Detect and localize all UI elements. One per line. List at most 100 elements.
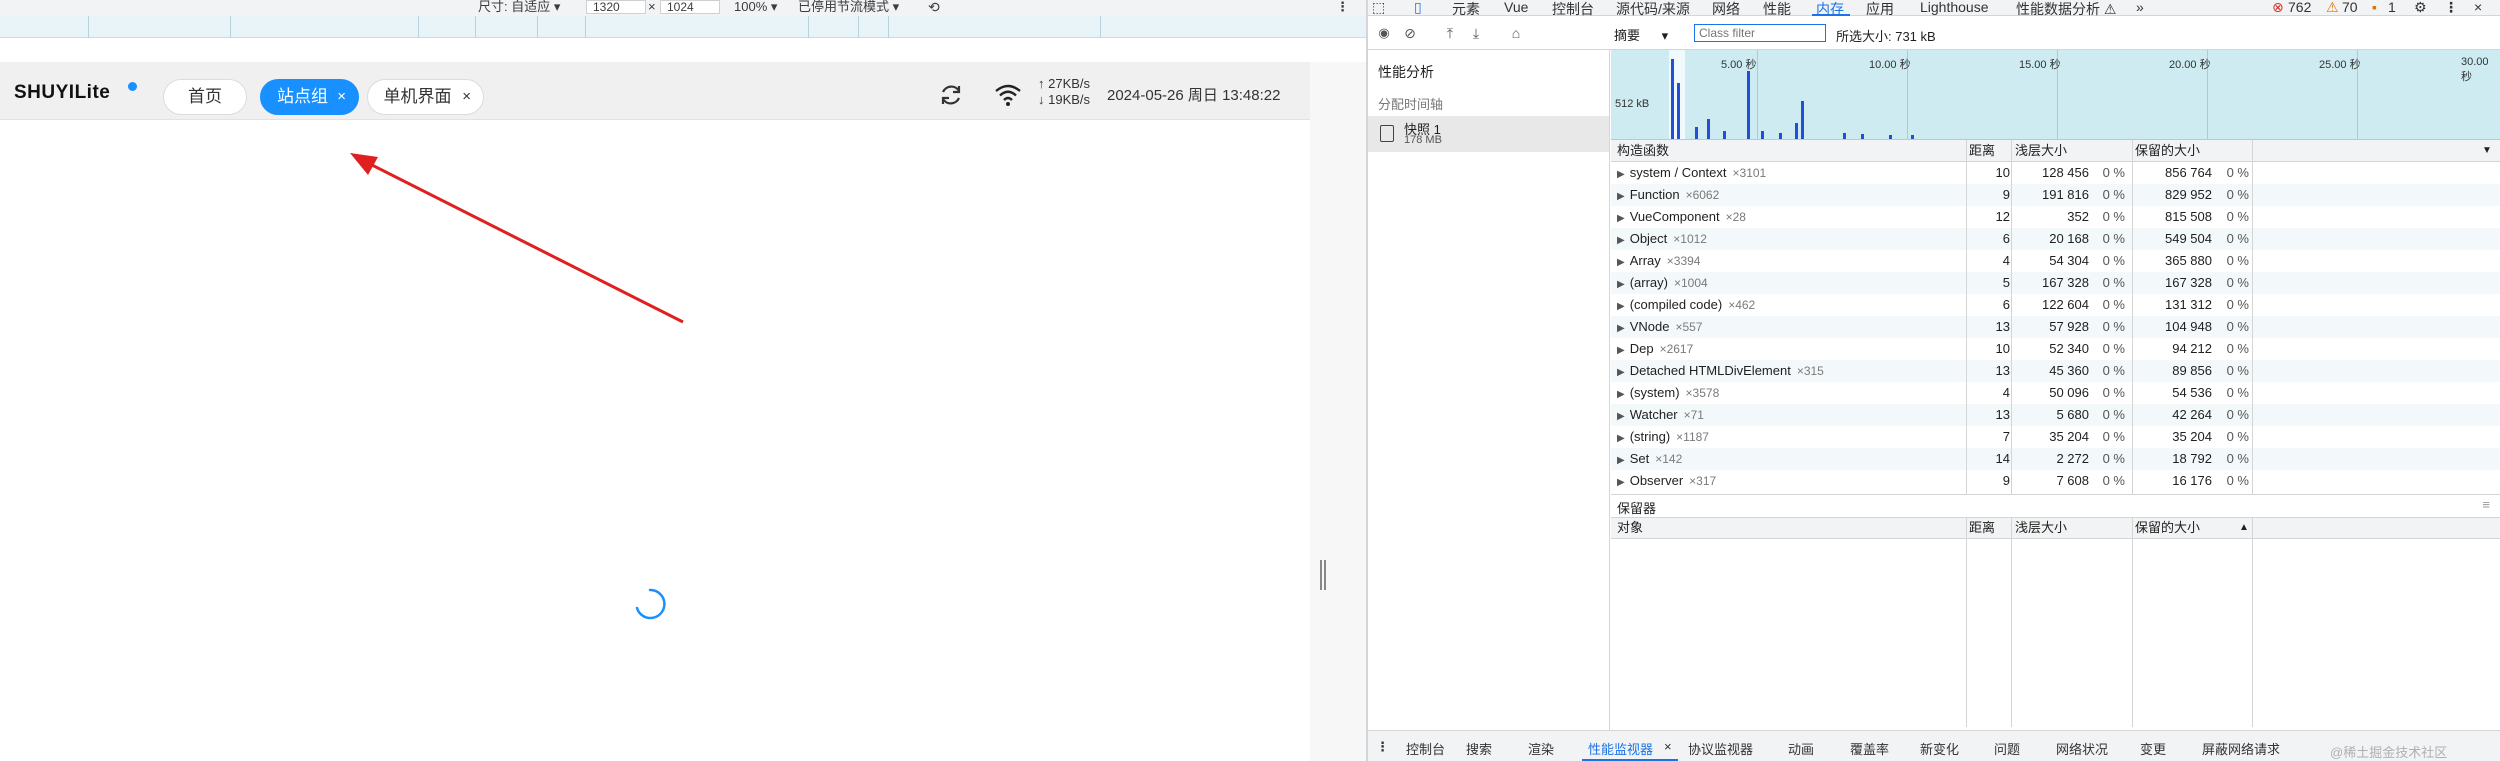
- collect-garbage-icon[interactable]: ⌂: [1508, 25, 1524, 41]
- sort-asc-icon[interactable]: ▲: [2239, 518, 2249, 538]
- column-distance[interactable]: 距离: [1969, 518, 1995, 538]
- tab-lighthouse[interactable]: Lighthouse: [1920, 0, 1989, 15]
- record-icon[interactable]: ◉: [1376, 25, 1392, 41]
- expand-triangle-icon[interactable]: ▶: [1617, 301, 1625, 312]
- drawer-tab-console[interactable]: 控制台: [1406, 739, 1445, 758]
- expand-triangle-icon[interactable]: ▶: [1617, 367, 1625, 378]
- drawer-tab-close-icon[interactable]: ×: [1664, 739, 1672, 754]
- more-tabs-icon[interactable]: »: [2136, 0, 2144, 15]
- settings-gear-icon[interactable]: ⚙: [2414, 0, 2427, 16]
- download-icon[interactable]: ⤓: [1468, 25, 1484, 41]
- error-icon[interactable]: ⊗: [2272, 0, 2284, 16]
- error-count[interactable]: 762: [2288, 0, 2311, 15]
- rotate-icon[interactable]: ⟲: [928, 0, 940, 14]
- drawer-tab-search[interactable]: 搜索: [1466, 739, 1492, 758]
- clear-icon[interactable]: ⊘: [1402, 25, 1418, 41]
- device-height-input[interactable]: 1024: [660, 0, 720, 14]
- distance-cell: 10: [1995, 165, 2010, 180]
- drawer-tab-coverage[interactable]: 覆盖率: [1850, 739, 1889, 758]
- tab-site-group[interactable]: 站点组 ×: [260, 79, 359, 115]
- retained-percent-cell: 0 %: [2226, 165, 2249, 180]
- table-row[interactable]: ▶ Function ×6062 9 191 816 0 % 829 952 0 %: [1611, 184, 2500, 206]
- tab-standalone[interactable]: 单机界面 ×: [367, 79, 484, 115]
- column-object[interactable]: 对象: [1617, 518, 1643, 538]
- inspect-icon[interactable]: ⬚: [1372, 0, 1385, 16]
- expand-triangle-icon[interactable]: ▶: [1617, 191, 1625, 202]
- more-vertical-icon[interactable]: ⋮: [1336, 0, 1349, 14]
- tab-close-icon[interactable]: ×: [462, 80, 471, 114]
- warning-icon[interactable]: ⚠: [2326, 0, 2339, 16]
- column-distance[interactable]: 距离: [1969, 140, 1995, 162]
- more-vertical-icon[interactable]: ⋮: [2444, 0, 2458, 16]
- expand-triangle-icon[interactable]: ▶: [1617, 279, 1625, 290]
- expand-triangle-icon[interactable]: ▶: [1617, 235, 1625, 246]
- shallow-percent-cell: 0 %: [2102, 429, 2125, 444]
- expand-triangle-icon[interactable]: ▶: [1617, 455, 1625, 466]
- dimensions-select[interactable]: 尺寸: 自适应 ▾: [478, 0, 560, 14]
- table-row[interactable]: ▶ Object ×1012 6 20 168 0 % 549 504 0 %: [1611, 228, 2500, 250]
- expand-triangle-icon[interactable]: ▶: [1617, 477, 1625, 488]
- view-select[interactable]: 摘要 ▾: [1614, 25, 1668, 44]
- expand-triangle-icon[interactable]: ▶: [1617, 433, 1625, 444]
- expand-triangle-icon[interactable]: ▶: [1617, 345, 1625, 356]
- class-filter-input[interactable]: [1694, 24, 1826, 42]
- expand-triangle-icon[interactable]: ▶: [1617, 323, 1625, 334]
- device-mode-icon[interactable]: ▯: [1414, 0, 1422, 16]
- table-row[interactable]: ▶ Observer ×317 9 7 608 0 % 16 176 0 %: [1611, 470, 2500, 492]
- table-row[interactable]: ▶ Detached HTMLDivElement ×315 13 45 360 0 % 8…: [1611, 360, 2500, 382]
- expand-triangle-icon[interactable]: ▶: [1617, 257, 1625, 268]
- drawer-tab-changes-2[interactable]: 变更: [2140, 739, 2166, 758]
- table-row[interactable]: ▶ system / Context ×3101 10 128 456 0 % 856 76…: [1611, 162, 2500, 184]
- table-row[interactable]: ▶ (system) ×3578 4 50 096 0 % 54 536 0 %: [1611, 382, 2500, 404]
- column-retained-size[interactable]: 保留的大小: [2135, 518, 2200, 538]
- retained-percent-cell: 0 %: [2226, 473, 2249, 488]
- drawer-tab-issues[interactable]: 问题: [1994, 739, 2020, 758]
- drawer-tab-request-blocking[interactable]: 屏蔽网络请求: [2202, 739, 2280, 758]
- throttle-select[interactable]: 已停用节流模式 ▾: [798, 0, 899, 14]
- expand-triangle-icon[interactable]: ▶: [1617, 389, 1625, 400]
- tab-home[interactable]: 首页: [163, 79, 247, 115]
- allocation-timeline[interactable]: 5.00 秒 10.00 秒 15.00 秒 20.00 秒 25.00 秒 3…: [1611, 50, 2500, 140]
- expand-triangle-icon[interactable]: ▶: [1617, 169, 1625, 180]
- expand-triangle-icon[interactable]: ▶: [1617, 411, 1625, 422]
- drawer-tab-performance-monitor[interactable]: 性能监视器: [1588, 739, 1653, 758]
- tab-close-icon[interactable]: ×: [337, 80, 346, 114]
- column-retained-size[interactable]: 保留的大小: [2135, 140, 2200, 162]
- table-row[interactable]: ▶ Watcher ×71 13 5 680 0 % 42 264 0 %: [1611, 404, 2500, 426]
- table-row[interactable]: ▶ (array) ×1004 5 167 328 0 % 167 328 0 %: [1611, 272, 2500, 294]
- drawer-tab-protocol-monitor[interactable]: 协议监视器: [1688, 739, 1753, 758]
- drawer-menu-icon[interactable]: ⋮: [1376, 739, 1389, 755]
- refresh-icon[interactable]: [938, 82, 964, 108]
- table-row[interactable]: ▶ Dep ×2617 10 52 340 0 % 94 212 0 %: [1611, 338, 2500, 360]
- retained-size-cell: 815 508: [2165, 209, 2212, 224]
- table-row[interactable]: ▶ VueComponent ×28 12 352 0 % 815 508 0 %: [1611, 206, 2500, 228]
- table-row[interactable]: ▶ (string) ×1187 7 35 204 0 % 35 204 0 %: [1611, 426, 2500, 448]
- table-row[interactable]: ▶ VNode ×557 13 57 928 0 % 104 948 0 %: [1611, 316, 2500, 338]
- table-row[interactable]: ▶ (compiled code) ×462 6 122 604 0 % 131 312 0 …: [1611, 294, 2500, 316]
- column-constructor[interactable]: 构造函数: [1617, 140, 1669, 162]
- device-width-input[interactable]: 1320: [586, 0, 646, 14]
- issue-count[interactable]: 1: [2388, 0, 2396, 15]
- snapshot-item[interactable]: 快照 1 178 MB: [1368, 116, 1609, 152]
- column-shallow-size[interactable]: 浅层大小: [2015, 518, 2067, 538]
- tab-vue[interactable]: Vue: [1504, 0, 1528, 15]
- drawer-tab-changes[interactable]: 新变化: [1920, 739, 1959, 758]
- sort-desc-icon[interactable]: ▼: [2482, 140, 2492, 162]
- expand-triangle-icon[interactable]: ▶: [1617, 213, 1625, 224]
- close-devtools-icon[interactable]: ×: [2474, 0, 2482, 15]
- column-shallow-size[interactable]: 浅层大小: [2015, 140, 2067, 162]
- issue-icon[interactable]: ▪: [2372, 0, 2377, 15]
- drawer-tab-animations[interactable]: 动画: [1788, 739, 1814, 758]
- zoom-select[interactable]: 100% ▾: [734, 0, 777, 14]
- drawer-tab-rendering[interactable]: 渲染: [1528, 739, 1554, 758]
- resize-handle[interactable]: [1320, 560, 1322, 590]
- warning-count[interactable]: 70: [2342, 0, 2358, 15]
- drawer-tab-network-conditions[interactable]: 网络状况: [2056, 739, 2108, 758]
- drag-handle-icon[interactable]: ≡: [2482, 497, 2490, 512]
- upload-icon[interactable]: ⤒: [1442, 25, 1458, 41]
- distance-cell: 4: [2002, 385, 2010, 400]
- constructor-name: (array): [1629, 275, 1668, 290]
- table-row[interactable]: ▶ Array ×3394 4 54 304 0 % 365 880 0 %: [1611, 250, 2500, 272]
- table-row[interactable]: ▶ Set ×142 14 2 272 0 % 18 792 0 %: [1611, 448, 2500, 470]
- instance-count: ×1004: [1673, 276, 1708, 290]
